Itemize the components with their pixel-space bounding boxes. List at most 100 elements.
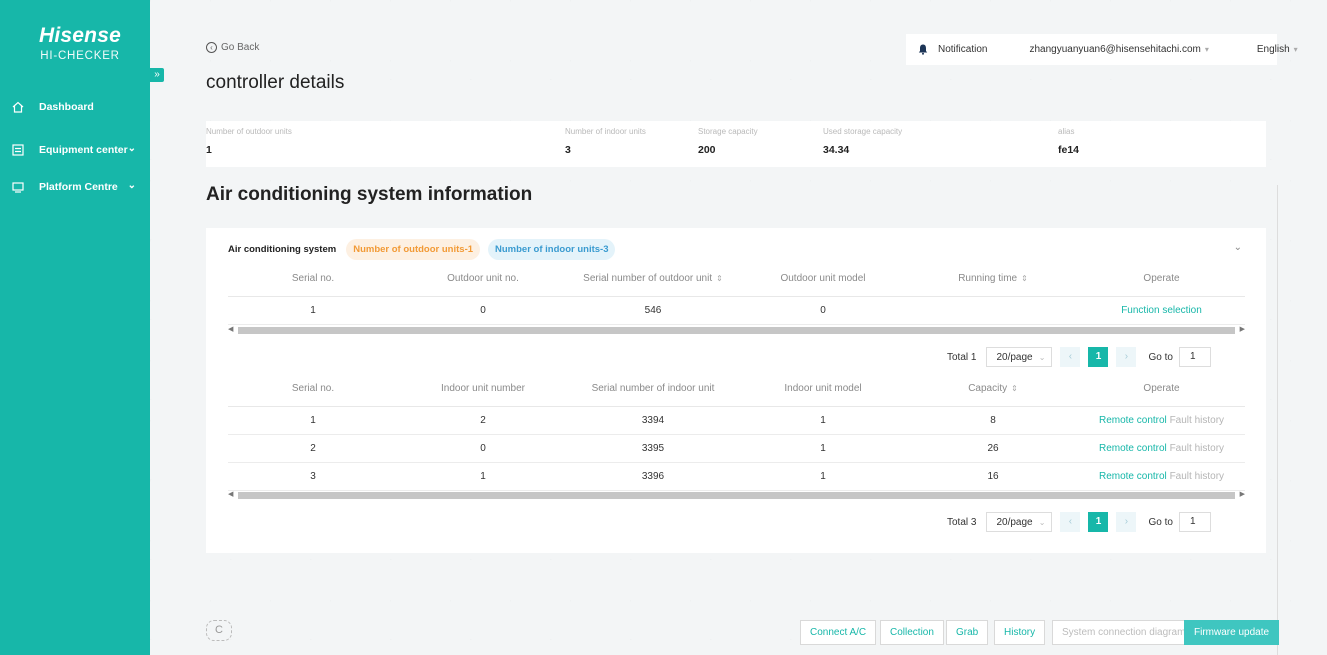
monitor-icon	[12, 181, 26, 193]
brand-product: HI-CHECKER	[40, 50, 120, 62]
top-bar: Notification zhangyuanyuan6@hisensehitac…	[906, 34, 1298, 65]
fault-history-link[interactable]: Fault history	[1170, 471, 1224, 482]
cell-capacity: 26	[908, 434, 1078, 463]
cell-serial: 1	[228, 296, 398, 325]
divider	[1277, 185, 1278, 655]
scrollbar-thumb[interactable]	[238, 327, 1235, 334]
column-header-label: Running time	[958, 272, 1018, 284]
chevron-down-icon: ⌄	[1038, 517, 1046, 527]
scroll-right-icon[interactable]: ▶	[1240, 325, 1245, 333]
sidebar-collapse-button[interactable]: »	[150, 68, 164, 82]
cell-operate: Function selection	[1078, 296, 1245, 325]
function-selection-link[interactable]: Function selection	[1121, 305, 1202, 316]
grab-button[interactable]: Grab	[946, 620, 989, 645]
column-header: Operate	[1078, 371, 1245, 407]
table-header-row: Serial no. Indoor unit number Serial num…	[228, 371, 1245, 407]
info-value: 1	[206, 144, 212, 156]
info-field: Number of outdoor units 1	[206, 127, 292, 156]
pagination-total: Total 3	[947, 516, 977, 528]
table-header-row: Serial no. Outdoor unit no. Serial numbe…	[228, 261, 1245, 297]
column-header[interactable]: Serial number of outdoor unit ⇕	[568, 261, 738, 297]
page-size-select[interactable]: 20/page ⌄	[986, 512, 1053, 532]
refresh-button[interactable]: C	[206, 620, 232, 641]
column-header: Serial no.	[228, 261, 398, 297]
bell-icon[interactable]	[918, 44, 928, 55]
sort-icon[interactable]: ⇕	[1021, 274, 1028, 283]
column-header: Serial number of indoor unit	[568, 371, 738, 407]
chevron-down-icon[interactable]: ⌄	[1234, 242, 1242, 253]
scroll-left-icon[interactable]: ◀	[228, 325, 233, 333]
controller-info-card: Number of outdoor units 1 Number of indo…	[206, 121, 1266, 167]
fault-history-link[interactable]: Fault history	[1170, 443, 1224, 454]
cell-model: 0	[738, 296, 908, 325]
column-header[interactable]: Running time ⇕	[908, 261, 1078, 297]
pagination-total: Total 1	[947, 351, 977, 363]
notification-link[interactable]: Notification	[938, 44, 987, 55]
home-icon	[12, 101, 26, 113]
cell-operate: Remote control Fault history	[1078, 434, 1245, 463]
info-label: alias	[1058, 127, 1075, 136]
sort-icon[interactable]: ⇕	[1011, 384, 1018, 393]
brand-logo: Hisense HI-CHECKER	[30, 24, 130, 62]
current-page-button[interactable]: 1	[1088, 512, 1109, 532]
scrollbar-thumb[interactable]	[238, 492, 1235, 499]
go-back-link[interactable]: ‹ Go Back	[206, 42, 259, 53]
sidebar-item-dashboard[interactable]: Dashboard	[0, 96, 150, 118]
info-field: alias fe14	[1058, 127, 1079, 156]
outdoor-units-table: Serial no. Outdoor unit no. Serial numbe…	[228, 261, 1245, 325]
fault-history-link[interactable]: Fault history	[1170, 415, 1224, 426]
column-header[interactable]: Capacity ⇕	[908, 371, 1078, 407]
collection-button[interactable]: Collection	[880, 620, 944, 645]
user-menu[interactable]: zhangyuanyuan6@hisensehitachi.com ▾	[1029, 44, 1208, 55]
cell-unit-no: 0	[398, 296, 568, 325]
cell-model: 1	[738, 406, 908, 435]
history-button[interactable]: History	[994, 620, 1046, 645]
connect-ac-button[interactable]: Connect A/C	[800, 620, 877, 645]
sidebar: Hisense HI-CHECKER Dashboard Equipment c…	[0, 0, 150, 655]
next-page-button[interactable]: ›	[1116, 347, 1137, 367]
info-value: 200	[698, 144, 716, 156]
horizontal-scrollbar[interactable]: ◀ ▶	[228, 490, 1245, 500]
system-connection-diagram-button[interactable]: System connection diagram	[1052, 620, 1196, 645]
sort-icon[interactable]: ⇕	[716, 274, 723, 283]
page-title: controller details	[206, 72, 345, 93]
horizontal-scrollbar[interactable]: ◀ ▶	[228, 325, 1245, 335]
column-header: Indoor unit number	[398, 371, 568, 407]
scroll-left-icon[interactable]: ◀	[228, 490, 233, 498]
remote-control-link[interactable]: Remote control	[1099, 443, 1167, 454]
column-header: Operate	[1078, 261, 1245, 297]
column-header-label: Capacity	[968, 382, 1008, 394]
info-field: Used storage capacity 34.34	[823, 127, 902, 156]
sidebar-item-platform-centre[interactable]: Platform Centre ⌄	[0, 176, 150, 198]
indoor-units-table: Serial no. Indoor unit number Serial num…	[228, 371, 1245, 491]
info-field: Storage capacity 200	[698, 127, 758, 156]
remote-control-link[interactable]: Remote control	[1099, 415, 1167, 426]
language-value: English	[1256, 44, 1290, 55]
scroll-right-icon[interactable]: ▶	[1240, 490, 1245, 498]
next-page-button[interactable]: ›	[1116, 512, 1137, 532]
prev-page-button[interactable]: ‹	[1060, 512, 1081, 532]
cell-serial-number: 3396	[568, 462, 738, 491]
column-header-label: Serial number of outdoor unit	[583, 272, 713, 284]
goto-page-input[interactable]: 1	[1178, 347, 1211, 367]
remote-control-link[interactable]: Remote control	[1099, 471, 1167, 482]
firmware-update-button[interactable]: Firmware update	[1184, 620, 1280, 645]
outdoor-units-badge[interactable]: Number of outdoor units-1	[346, 239, 481, 260]
back-arrow-icon: ‹	[206, 42, 217, 53]
language-select[interactable]: English ▾	[1257, 44, 1298, 55]
list-icon	[12, 144, 26, 156]
sidebar-item-label: Equipment center	[39, 144, 128, 156]
tab-air-conditioning-system[interactable]: Air conditioning system	[228, 244, 336, 255]
sidebar-item-equipment-center[interactable]: Equipment center ⌄	[0, 139, 150, 161]
current-page-button[interactable]: 1	[1088, 347, 1109, 367]
goto-page-input[interactable]: 1	[1178, 512, 1211, 532]
section-title: Air conditioning system information	[206, 184, 533, 205]
sidebar-item-label: Platform Centre	[39, 181, 118, 193]
cell-capacity: 16	[908, 462, 1078, 491]
indoor-units-badge[interactable]: Number of indoor units-3	[488, 239, 616, 260]
goto-label: Go to	[1148, 516, 1173, 528]
info-label: Number of outdoor units	[206, 127, 292, 136]
page-size-select[interactable]: 20/page ⌄	[986, 347, 1053, 367]
info-value: 3	[565, 144, 571, 156]
prev-page-button[interactable]: ‹	[1060, 347, 1081, 367]
